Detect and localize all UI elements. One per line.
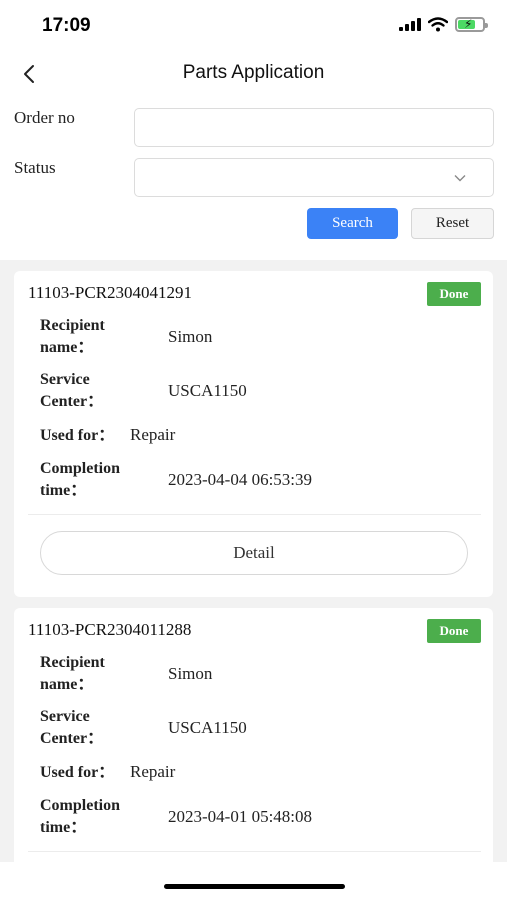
signal-icon: [399, 18, 421, 31]
status-badge: Done: [427, 619, 481, 643]
used-for-label: Used for：: [40, 764, 115, 781]
nav-header: Parts Application: [0, 52, 507, 98]
completion-time-value: 2023-04-04 06:53:39: [168, 470, 313, 489]
order-number: 11103-PCR2304011288: [28, 620, 192, 639]
used-for-value: Repair: [130, 425, 176, 444]
recipient-label: Recipient name：: [40, 654, 105, 693]
completion-time-label: Completion time：: [40, 460, 120, 499]
completion-time-value: 2023-04-01 05:48:08: [168, 807, 313, 826]
service-center-value: USCA1150: [168, 718, 247, 737]
search-button[interactable]: Search: [307, 208, 398, 239]
reset-button[interactable]: Reset: [411, 208, 494, 239]
divider: [28, 514, 481, 515]
home-indicator-bar: [0, 862, 507, 900]
detail-button[interactable]: Detail: [40, 531, 468, 575]
status-time: 17:09: [42, 15, 91, 36]
filter-panel: Order no Status Search Reset: [0, 98, 507, 260]
service-center-label: Service Center：: [40, 708, 104, 747]
record-card: 11103-PCR2304011288 Done Recipient name： …: [14, 608, 493, 878]
divider: [28, 851, 481, 852]
home-indicator[interactable]: [164, 884, 345, 889]
chevron-down-icon: [454, 175, 466, 182]
wifi-icon: [428, 17, 448, 32]
completion-time-label: Completion time：: [40, 797, 120, 836]
order-no-input[interactable]: [134, 108, 494, 147]
status-icons: ⚡: [399, 17, 488, 32]
battery-icon: ⚡: [455, 17, 488, 32]
status-select[interactable]: [134, 158, 494, 197]
used-for-label: Used for：: [40, 427, 115, 444]
recipient-value: Simon: [168, 327, 213, 346]
used-for-value: Repair: [130, 762, 176, 781]
service-center-label: Service Center：: [40, 371, 104, 410]
page-title: Parts Application: [182, 62, 325, 83]
status-badge: Done: [427, 282, 481, 306]
status-bar: 17:09 ⚡: [0, 0, 507, 52]
status-label: Status: [14, 158, 56, 177]
order-no-label: Order no: [14, 108, 75, 127]
record-card: 11103-PCR2304041291 Done Recipient name： …: [14, 271, 493, 597]
recipient-label: Recipient name：: [40, 317, 105, 356]
service-center-value: USCA1150: [168, 381, 247, 400]
recipient-value: Simon: [168, 664, 213, 683]
order-number: 11103-PCR2304041291: [28, 283, 193, 302]
